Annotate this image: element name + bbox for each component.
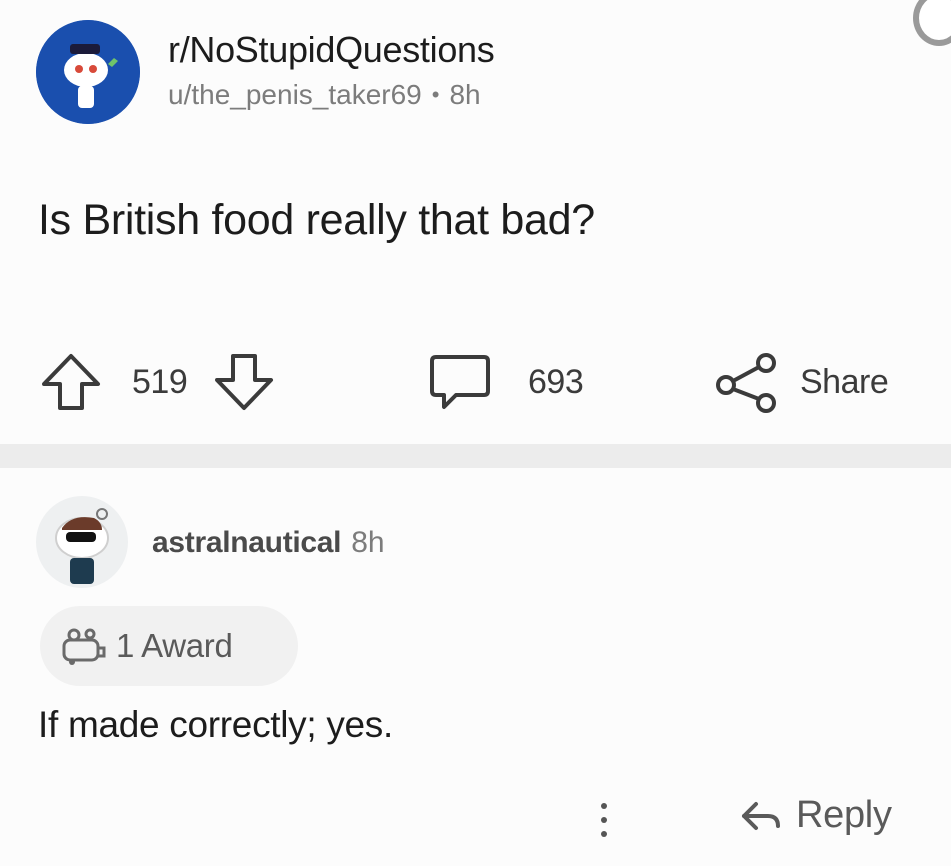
award-label: 1 Award: [116, 627, 233, 664]
section-divider: [0, 444, 951, 468]
post-title[interactable]: Is British food really that bad?: [38, 196, 595, 245]
speech-bubble-icon: [428, 351, 492, 413]
comment-count: 693: [528, 362, 584, 401]
post-header: r/NoStupidQuestions u/the_penis_taker69 …: [36, 20, 495, 124]
post-author[interactable]: u/the_penis_taker69: [168, 79, 422, 111]
dot: [601, 831, 607, 837]
reply-button[interactable]: Reply: [738, 794, 892, 837]
dot: [601, 803, 607, 809]
commenter-avatar[interactable]: [36, 496, 128, 588]
comment-username[interactable]: astralnautical: [152, 526, 342, 560]
share-button[interactable]: Share: [712, 351, 889, 413]
share-label: Share: [800, 362, 889, 401]
reply-label: Reply: [796, 794, 892, 836]
meta-separator: •: [431, 82, 440, 107]
comment-age: 8h: [351, 526, 385, 559]
upvote-count: 519: [132, 362, 188, 401]
vertical-dots-icon[interactable]: [586, 790, 622, 850]
comment-meta: astralnautical 8h: [152, 526, 385, 560]
dot: [601, 817, 607, 823]
vote-group: 519: [36, 350, 279, 414]
corner-artifact: [913, 0, 951, 46]
arrow-up-icon[interactable]: [36, 350, 106, 414]
reddit-post-screen: r/NoStupidQuestions u/the_penis_taker69 …: [0, 0, 951, 866]
award-badge[interactable]: 1 Award: [40, 606, 298, 686]
share-icon: [712, 351, 782, 413]
comments-button[interactable]: 693: [428, 351, 584, 413]
reply-arrow-icon: [738, 796, 782, 836]
post-meta: u/the_penis_taker69 • 8h: [168, 79, 494, 111]
post-header-text: r/NoStupidQuestions u/the_penis_taker69 …: [168, 29, 495, 111]
award-icon: [60, 626, 106, 666]
subreddit-name[interactable]: r/NoStupidQuestions: [168, 29, 495, 71]
comment-body: If made correctly; yes.: [38, 704, 393, 745]
post-action-bar: 519 693 Share: [36, 346, 931, 418]
post-age: 8h: [449, 79, 481, 110]
subreddit-avatar-icon[interactable]: [36, 20, 140, 124]
arrow-down-icon[interactable]: [209, 350, 279, 414]
